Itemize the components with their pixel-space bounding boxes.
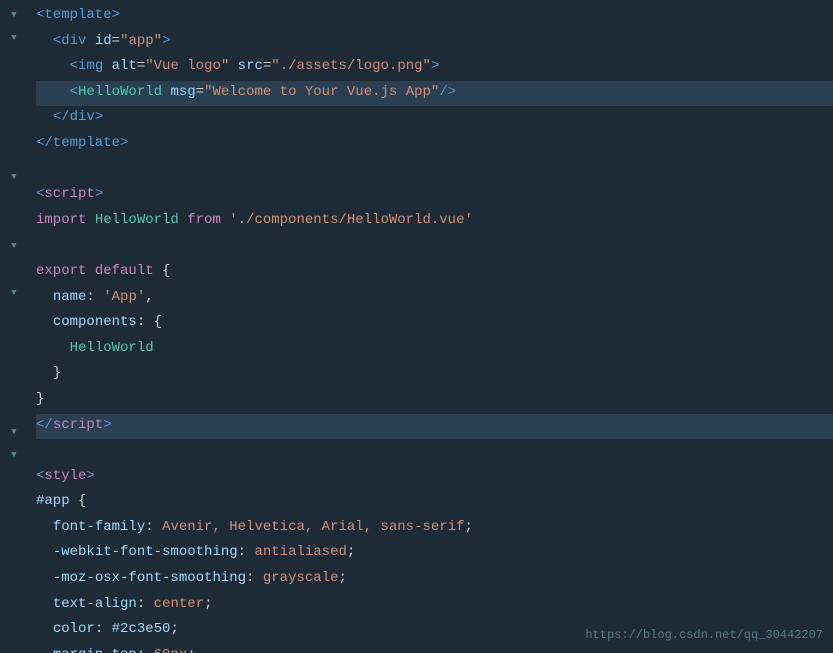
fold-18 bbox=[0, 398, 28, 421]
code-line-8: < script > bbox=[36, 183, 833, 209]
code-line-7 bbox=[36, 158, 833, 184]
code-line-17: </ script > bbox=[36, 414, 833, 440]
fold-21 bbox=[0, 467, 28, 490]
fold-20[interactable] bbox=[0, 444, 28, 467]
fold-24 bbox=[0, 537, 28, 560]
code-line-24: text-align : center ; bbox=[36, 593, 833, 619]
fold-28 bbox=[0, 630, 28, 653]
code-line-12: name : 'App' , bbox=[36, 286, 833, 312]
code-line-14: HelloWorld bbox=[36, 337, 833, 363]
token-attr-value: "app" bbox=[120, 30, 162, 52]
fold-6 bbox=[0, 120, 28, 143]
code-line-18 bbox=[36, 439, 833, 465]
code-line-4: < HelloWorld msg = "Welcome to Your Vue.… bbox=[36, 81, 833, 107]
code-line-15: } bbox=[36, 362, 833, 388]
code-line-6: </template> bbox=[36, 132, 833, 158]
watermark: https://blog.csdn.net/qq_30442207 bbox=[585, 626, 823, 645]
fold-9 bbox=[0, 189, 28, 212]
code-content[interactable]: <template> <div id = "app" > <img alt = … bbox=[28, 0, 833, 653]
code-line-5: </div> bbox=[36, 106, 833, 132]
gutter bbox=[0, 0, 28, 653]
token-tag: <div bbox=[53, 30, 95, 52]
code-line-2: <div id = "app" > bbox=[36, 30, 833, 56]
fold-25 bbox=[0, 560, 28, 583]
fold-3 bbox=[0, 50, 28, 73]
fold-26 bbox=[0, 583, 28, 606]
fold-2[interactable] bbox=[0, 27, 28, 50]
code-line-21: font-family : Avenir, Helvetica, Arial, … bbox=[36, 516, 833, 542]
code-line-19: < style > bbox=[36, 465, 833, 491]
token-tag: <template> bbox=[36, 4, 120, 26]
code-line-13: components : { bbox=[36, 311, 833, 337]
fold-19[interactable] bbox=[0, 421, 28, 444]
fold-4 bbox=[0, 74, 28, 97]
token-indent bbox=[36, 30, 53, 52]
code-line-16: } bbox=[36, 388, 833, 414]
fold-13[interactable] bbox=[0, 282, 28, 305]
token-attr: id bbox=[95, 30, 112, 52]
fold-10 bbox=[0, 213, 28, 236]
fold-15 bbox=[0, 328, 28, 351]
code-line-20: #app { bbox=[36, 490, 833, 516]
code-editor: <template> <div id = "app" > <img alt = … bbox=[0, 0, 833, 653]
code-line-10 bbox=[36, 234, 833, 260]
fold-7 bbox=[0, 143, 28, 166]
code-line-9: import HelloWorld from './components/Hel… bbox=[36, 209, 833, 235]
fold-27 bbox=[0, 606, 28, 629]
fold-17 bbox=[0, 375, 28, 398]
code-line-1: <template> bbox=[36, 4, 833, 30]
fold-8[interactable] bbox=[0, 166, 28, 189]
code-line-23: -moz-osx-font-smoothing : grayscale ; bbox=[36, 567, 833, 593]
fold-11[interactable] bbox=[0, 236, 28, 259]
fold-16 bbox=[0, 352, 28, 375]
fold-1[interactable] bbox=[0, 4, 28, 27]
fold-14 bbox=[0, 305, 28, 328]
fold-5 bbox=[0, 97, 28, 120]
fold-22 bbox=[0, 491, 28, 514]
fold-23 bbox=[0, 514, 28, 537]
code-line-22: -webkit-font-smoothing : antialiased ; bbox=[36, 541, 833, 567]
code-line-11: export default { bbox=[36, 260, 833, 286]
fold-12 bbox=[0, 259, 28, 282]
code-line-26: margin-top : 60px ; bbox=[36, 644, 833, 653]
code-line-3: <img alt = "Vue logo" src = "./assets/lo… bbox=[36, 55, 833, 81]
